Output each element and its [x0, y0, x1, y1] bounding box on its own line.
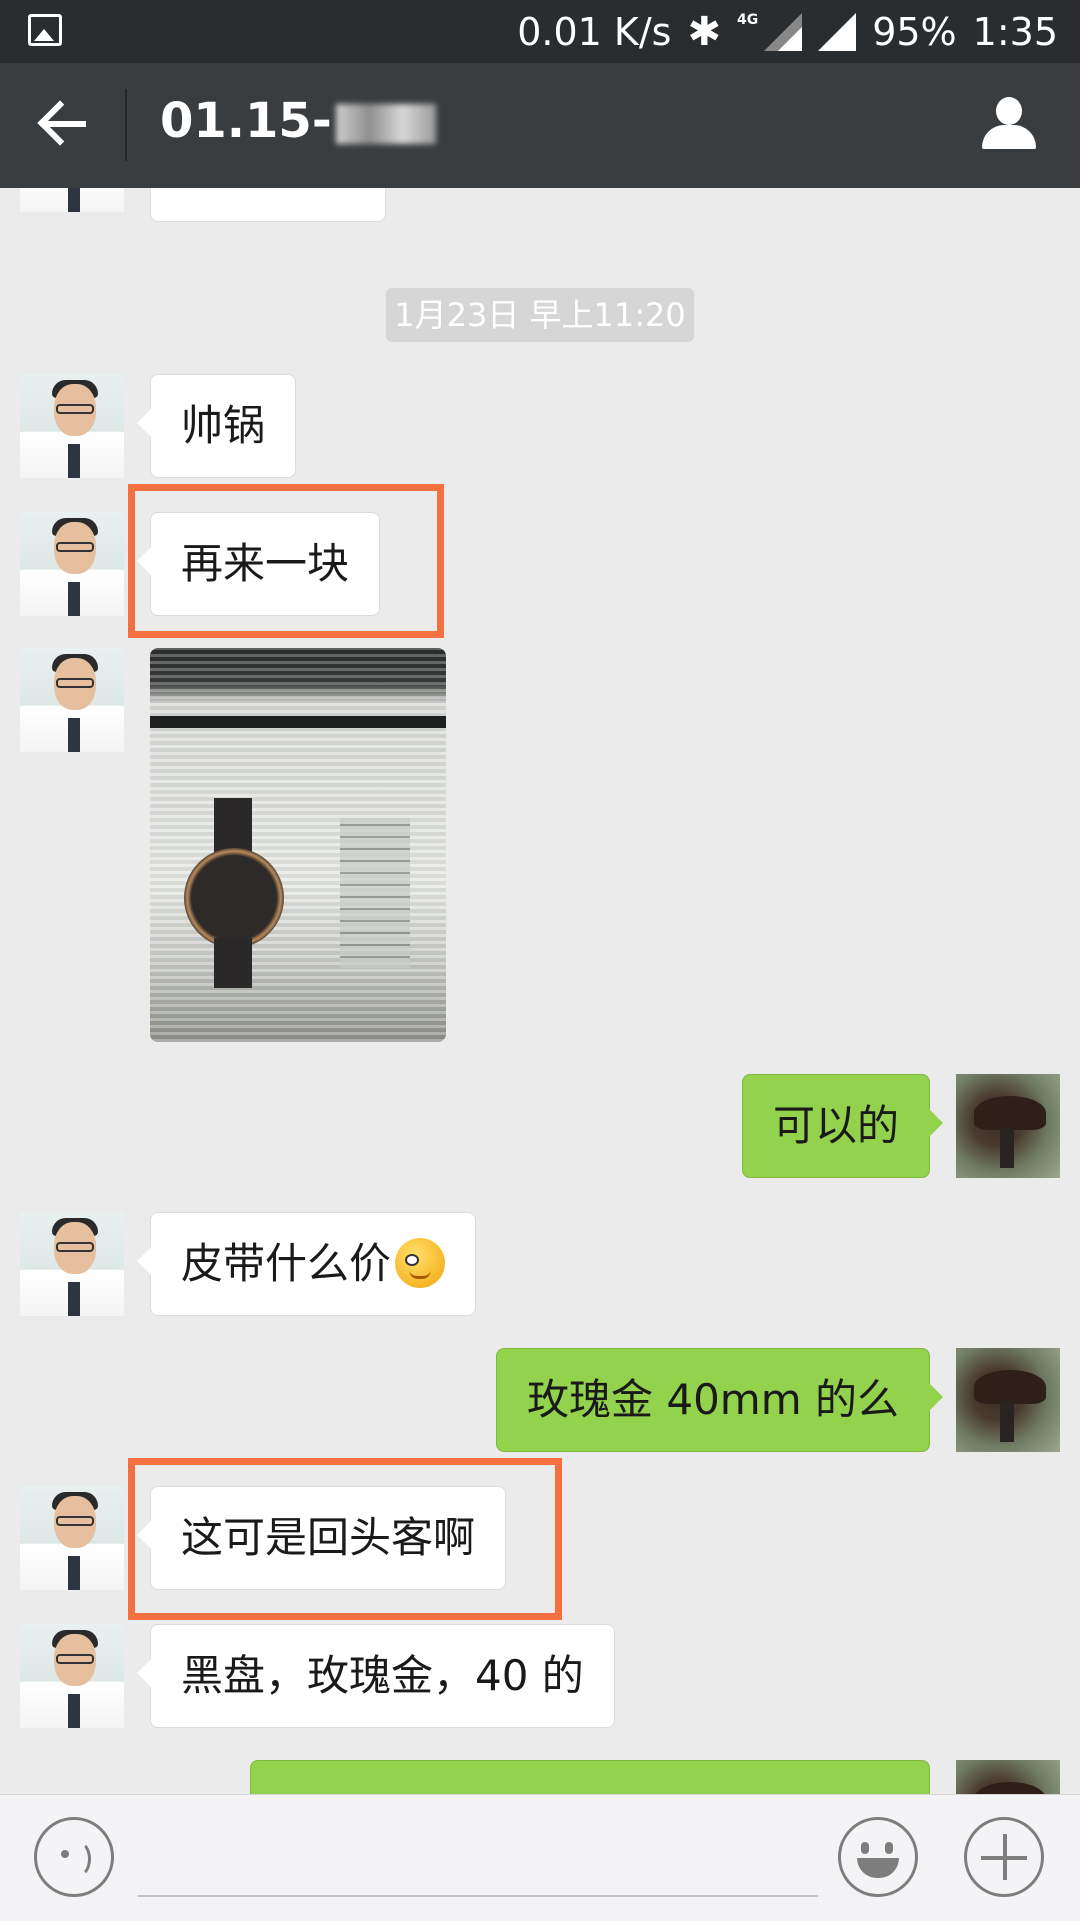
header-divider [125, 89, 127, 161]
message-timestamp: 1月23日 早上11:20 [386, 288, 694, 342]
message-text: 皮带什么价 [181, 1239, 392, 1288]
sender-avatar[interactable] [20, 648, 124, 752]
watch-photo-message[interactable] [150, 648, 446, 1042]
highlight-box [128, 1458, 562, 1620]
smirk-emoji-icon [395, 1237, 446, 1288]
input-bar [0, 1794, 1080, 1921]
back-arrow-icon[interactable] [40, 99, 90, 151]
clock: 1:35 [972, 10, 1058, 54]
status-bar: 0.01 K/s ✱ 4G 95% 1:35 [0, 0, 1080, 63]
more-options-plus-icon[interactable] [964, 1817, 1044, 1897]
chat-area[interactable]: 1月23日 早上11:20 帅锅 再来一块 可以的 皮带什么价 玫瑰金 40mm… [0, 188, 1080, 1794]
emoji-picker-icon[interactable] [838, 1817, 918, 1897]
highlight-box [128, 484, 444, 638]
chat-title: 01.15- [160, 93, 436, 149]
status-indicators: 0.01 K/s ✱ 4G 95% 1:35 [517, 6, 1058, 58]
message-bubble[interactable]: 帅锅 [136, 374, 297, 478]
network-type: 4G [736, 12, 759, 28]
sender-avatar[interactable] [20, 1212, 124, 1316]
message-bubble-partial[interactable] [150, 188, 386, 222]
sender-avatar[interactable] [20, 1486, 124, 1590]
sender-avatar[interactable] [20, 512, 124, 616]
message-bubble[interactable]: 黑盘，玫瑰金，40 的 [137, 1624, 615, 1728]
voice-input-icon[interactable] [34, 1817, 114, 1897]
sent-message-bubble[interactable]: 玫瑰金 40mm 的么 [496, 1348, 943, 1452]
bluetooth-icon: ✱ [687, 9, 721, 55]
chat-header: 01.15- [0, 63, 1080, 188]
message-input[interactable] [138, 1895, 818, 1897]
my-avatar[interactable] [956, 1760, 1060, 1794]
blurred-name [335, 104, 436, 144]
network-speed: 0.01 K/s [517, 10, 672, 54]
contact-info-icon[interactable] [980, 97, 1038, 155]
signal-sim1-icon [764, 13, 803, 51]
sender-avatar[interactable] [20, 188, 124, 212]
my-avatar[interactable] [956, 1074, 1060, 1178]
chat-title-text: 01.15- [160, 93, 332, 149]
sent-message-bubble-partial[interactable] [250, 1760, 930, 1794]
signal-sim2-icon [818, 13, 857, 51]
sent-message-bubble[interactable]: 可以的 [741, 1074, 944, 1178]
my-avatar[interactable] [956, 1348, 1060, 1452]
message-bubble[interactable]: 皮带什么价 [136, 1212, 477, 1316]
image-notification-icon [28, 14, 62, 46]
sender-avatar[interactable] [20, 1624, 124, 1728]
sender-avatar[interactable] [20, 374, 124, 478]
battery-level: 95% [872, 10, 957, 54]
